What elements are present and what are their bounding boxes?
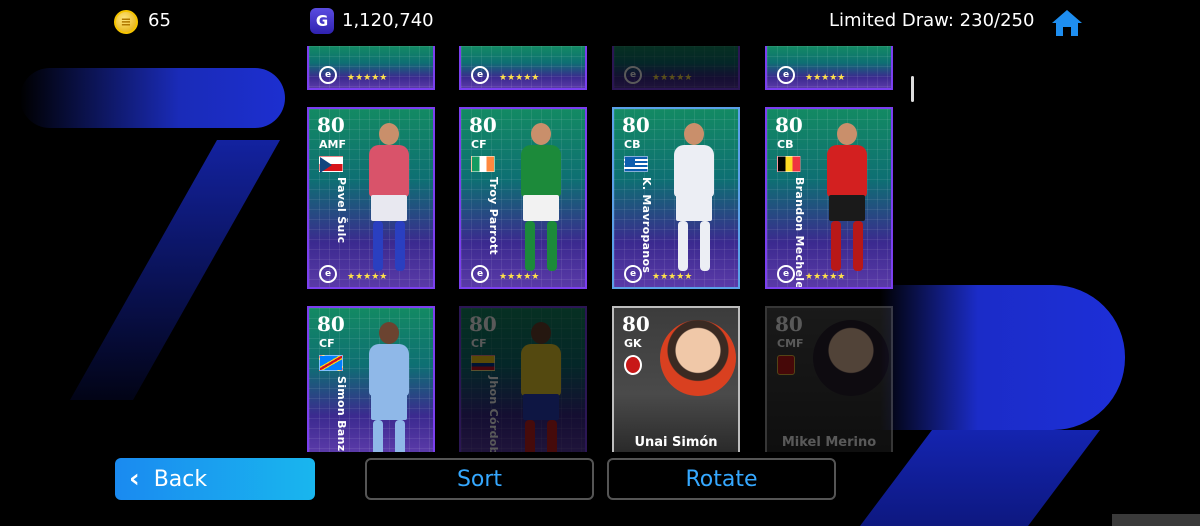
player-card[interactable]: 80 CF Troy Parrott e ★★★★★ <box>459 107 587 289</box>
card-stars: ★★★★★ <box>805 73 846 83</box>
card-position: CB <box>624 138 641 151</box>
efootball-emblem-icon: e <box>319 265 337 283</box>
card-position: CB <box>777 138 794 151</box>
player-card-owned[interactable]: 80 CF Jhon Córdoba <box>459 306 587 452</box>
card-rating: 80 <box>469 113 497 137</box>
player-card-partial[interactable]: e ★★★★★ <box>307 46 435 90</box>
card-player-name: K. Mavropanos <box>640 177 653 274</box>
player-figure <box>513 322 571 452</box>
player-card-partial[interactable]: e ★★★★★ <box>612 46 740 90</box>
card-player-name: Jhon Córdoba <box>487 376 500 452</box>
card-rating: 80 <box>317 312 345 336</box>
player-card-partial[interactable]: e ★★★★★ <box>765 46 893 90</box>
coin-icon: ≡ <box>114 10 138 34</box>
player-portrait <box>660 320 736 396</box>
efootball-emblem-icon: e <box>471 265 489 283</box>
card-rating: 80 <box>317 113 345 137</box>
card-player-name: Troy Parrott <box>487 177 500 255</box>
rotate-button[interactable]: Rotate <box>607 458 836 500</box>
player-card-legend[interactable]: 80 GK Unai Simón <box>612 306 740 452</box>
gp-icon: G <box>310 8 334 34</box>
dr-congo-flag-icon <box>319 355 343 371</box>
coin-balance: 65 <box>148 10 171 31</box>
sort-label: Sort <box>456 466 503 492</box>
player-portrait <box>813 320 889 396</box>
bg-decor-shape <box>70 140 280 400</box>
top-bar: ≡ 65 G 1,120,740 Limited Draw: 230/250 <box>0 0 1200 42</box>
rotate-label: Rotate <box>685 466 758 492</box>
player-figure <box>361 322 419 452</box>
card-rating: 80 <box>622 312 650 336</box>
gp-icon-letter: G <box>315 12 329 30</box>
player-card-partial[interactable]: e ★★★★★ <box>459 46 587 90</box>
gp-balance: 1,120,740 <box>342 10 434 31</box>
colombia-flag-icon <box>471 355 495 371</box>
card-position: CMF <box>777 337 804 350</box>
efootball-emblem-icon: e <box>319 66 337 84</box>
card-rating: 80 <box>622 113 650 137</box>
card-position: CF <box>319 337 335 350</box>
player-card[interactable]: 80 CB K. Mavropanos e ★★★★★ <box>612 107 740 289</box>
player-card[interactable]: 80 AMF Pavel Šulc e ★★★★★ <box>307 107 435 289</box>
bg-decor-shape <box>880 285 1125 430</box>
card-stars: ★★★★★ <box>499 272 540 282</box>
card-position: CF <box>471 138 487 151</box>
card-player-name: Simon Banza <box>335 376 348 452</box>
efootball-emblem-icon: e <box>624 265 642 283</box>
player-card[interactable]: 80 CB Brandon Mechele e ★★★★★ <box>765 107 893 289</box>
card-stars: ★★★★★ <box>347 73 388 83</box>
belgium-flag-icon <box>777 156 801 172</box>
efootball-emblem-icon: e <box>777 265 795 283</box>
card-position: CF <box>471 337 487 350</box>
card-stars: ★★★★★ <box>347 272 388 282</box>
efootball-emblem-icon: e <box>777 66 795 84</box>
card-stars: ★★★★★ <box>652 272 693 282</box>
bg-decor-shape <box>860 430 1100 526</box>
card-rating: 80 <box>469 312 497 336</box>
player-figure <box>513 123 571 273</box>
player-card[interactable]: 80 CF Simon Banza <box>307 306 435 452</box>
home-icon[interactable] <box>1050 8 1084 38</box>
card-rating: 80 <box>775 312 803 336</box>
limited-draw-counter: Limited Draw: 230/250 <box>829 10 1035 31</box>
scrollbar[interactable] <box>911 76 914 102</box>
card-rating: 80 <box>775 113 803 137</box>
sort-button[interactable]: Sort <box>365 458 594 500</box>
card-player-name: Pavel Šulc <box>335 177 348 244</box>
bg-decor-shape <box>20 68 285 128</box>
ireland-flag-icon <box>471 156 495 172</box>
player-figure <box>361 123 419 273</box>
corner-bar <box>1112 514 1200 526</box>
card-stars: ★★★★★ <box>805 272 846 282</box>
efootball-emblem-icon: e <box>471 66 489 84</box>
back-button[interactable]: ‹ Back <box>115 458 315 500</box>
player-figure <box>819 123 877 273</box>
card-stars: ★★★★★ <box>652 73 693 83</box>
card-stars: ★★★★★ <box>499 73 540 83</box>
player-card-owned[interactable]: 80 CMF Mikel Merino <box>765 306 893 452</box>
card-position: AMF <box>319 138 346 151</box>
efootball-emblem-icon: e <box>624 66 642 84</box>
card-player-name: Unai Simón <box>634 435 718 450</box>
greece-flag-icon <box>624 156 648 172</box>
player-figure <box>666 123 724 273</box>
club-crest-icon <box>777 355 795 375</box>
chevron-left-icon: ‹ <box>129 464 140 494</box>
back-label: Back <box>153 466 208 492</box>
club-crest-icon <box>624 355 642 375</box>
czech-flag-icon <box>319 156 343 173</box>
card-player-name: Mikel Merino <box>781 435 877 450</box>
card-position: GK <box>624 337 642 350</box>
